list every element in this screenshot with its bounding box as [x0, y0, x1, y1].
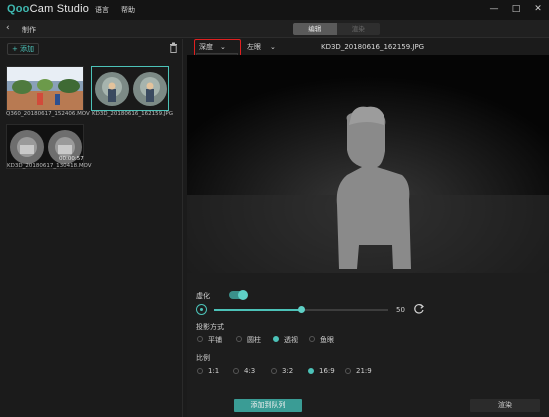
- radio-projection-cylinder[interactable]: [236, 336, 242, 342]
- projection-option-label: 透视: [284, 336, 298, 344]
- depth-map-image: [187, 55, 549, 273]
- media-thumbnail[interactable]: [6, 66, 84, 111]
- close-button[interactable]: ✕: [531, 3, 545, 15]
- radio-ratio-1-1[interactable]: [197, 368, 203, 374]
- radio-projection-perspective[interactable]: [273, 336, 279, 342]
- depth-preview[interactable]: [187, 55, 549, 273]
- blur-label: 虚化: [196, 292, 210, 300]
- title-bar: QooCam Studio 语言 帮助 — □ ✕: [0, 0, 549, 20]
- eye-dropdown[interactable]: 左眼 ⌄: [247, 42, 276, 52]
- trash-icon[interactable]: [169, 42, 178, 53]
- slider-handle[interactable]: [297, 306, 305, 313]
- slider-value: 50: [396, 306, 405, 314]
- slider-fill: [214, 309, 301, 311]
- menu-help[interactable]: 帮助: [121, 5, 135, 15]
- radio-ratio-4-3[interactable]: [233, 368, 239, 374]
- reset-icon[interactable]: [413, 303, 425, 315]
- edit-controls: 虚化 50 投影方式 平铺 圆柱 透视 鱼眼 比例 1:1 4:3 3:2 16…: [187, 273, 549, 417]
- radio-ratio-16-9[interactable]: [308, 368, 314, 374]
- back-icon[interactable]: ‹: [6, 23, 10, 33]
- ratio-option-label: 3:2: [282, 367, 294, 375]
- ratio-option-label: 4:3: [244, 367, 256, 375]
- page-title: 制作: [22, 26, 36, 34]
- ratio-label: 比例: [196, 354, 210, 362]
- maximize-button[interactable]: □: [509, 3, 523, 15]
- media-filename: Q360_20180617_152406.MOV: [6, 111, 90, 117]
- media-thumbnail-selected[interactable]: [91, 66, 169, 111]
- mode-toggle: 编辑 渲染: [293, 23, 380, 35]
- tab-render[interactable]: 渲染: [336, 23, 380, 35]
- add-media-button[interactable]: + 添加: [7, 43, 39, 55]
- projection-option-label: 鱼眼: [320, 336, 334, 344]
- ratio-option-label: 1:1: [208, 367, 220, 375]
- radio-ratio-21-9[interactable]: [345, 368, 351, 374]
- preview-toolbar: 深度 ⌄ 左眼 ⌄ KD3D_20180616_162159.JPG: [187, 39, 549, 55]
- projection-option-label: 平铺: [208, 336, 222, 344]
- radio-ratio-3-2[interactable]: [271, 368, 277, 374]
- render-button[interactable]: 渲染: [470, 399, 540, 412]
- video-duration: 00:00:57: [59, 156, 84, 162]
- minimize-button[interactable]: —: [487, 3, 501, 15]
- focus-target-icon[interactable]: [196, 304, 207, 315]
- media-filename: KD3D_20180617_130418.MOV: [7, 163, 92, 169]
- media-filename: KD3D_20180616_162159.JPG: [92, 111, 174, 117]
- projection-label: 投影方式: [196, 323, 224, 331]
- toggle-knob: [238, 290, 248, 300]
- tab-edit[interactable]: 编辑: [293, 23, 337, 35]
- blur-slider[interactable]: [214, 306, 388, 313]
- stereo-thumbnail-image: [92, 67, 168, 110]
- media-library-panel: + 添加 Q360_20180617_152406.MOV KD3D_20180…: [0, 39, 183, 417]
- radio-projection-flat[interactable]: [197, 336, 203, 342]
- menu-language[interactable]: 语言: [95, 5, 109, 15]
- ratio-option-label: 21:9: [356, 367, 372, 375]
- panorama-thumbnail-image: [7, 67, 83, 110]
- sub-bar: ‹ 制作 编辑 渲染: [0, 20, 549, 38]
- blur-toggle[interactable]: [229, 290, 248, 300]
- current-file-name: KD3D_20180616_162159.JPG: [321, 43, 425, 51]
- ratio-option-label: 16:9: [319, 367, 335, 375]
- radio-projection-fisheye[interactable]: [309, 336, 315, 342]
- projection-option-label: 圆柱: [247, 336, 261, 344]
- app-logo: QooCam Studio: [7, 3, 90, 15]
- chevron-down-icon: ⌄: [270, 43, 276, 51]
- add-to-queue-button[interactable]: 添加到队列: [234, 399, 302, 412]
